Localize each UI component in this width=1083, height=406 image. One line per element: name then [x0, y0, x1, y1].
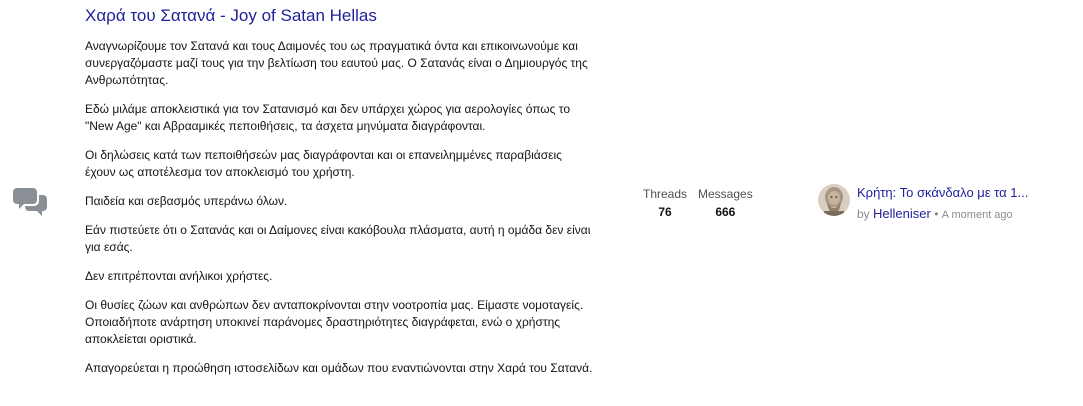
- last-post-time[interactable]: A moment ago: [942, 209, 1013, 221]
- threads-stat: Threads 76: [640, 187, 690, 222]
- last-post-title-link[interactable]: Κρήτη: Το σκάνδαλο με τα 1...: [857, 184, 1057, 201]
- threads-label: Threads: [642, 187, 688, 201]
- messages-label: Messages: [698, 187, 753, 201]
- description-paragraph: Δεν επιτρέπονται ανήλικοι χρήστες.: [85, 269, 273, 283]
- by-label: by: [857, 207, 870, 221]
- last-post-user-link[interactable]: Helleniser: [873, 206, 931, 221]
- meta-separator: •: [934, 207, 939, 221]
- node-title-link[interactable]: Χαρά του Σατανά - Joy of Satan Hellas: [85, 6, 377, 26]
- description-paragraph: Αναγνωρίζουμε τον Σατανά και τους Δαιμον…: [85, 39, 588, 87]
- last-post: Κρήτη: Το σκάνδαλο με τα 1... by Helleni…: [818, 184, 1073, 221]
- description-paragraph: Εάν πιστεύετε ότι ο Σατανάς και οι Δαίμο…: [85, 223, 591, 254]
- threads-count: 76: [658, 205, 672, 219]
- node-stats: Threads 76 Messages 666: [640, 187, 753, 222]
- messages-count: 666: [715, 205, 736, 219]
- forum-node: Χαρά του Σατανά - Joy of Satan Hellas Αν…: [0, 0, 1083, 406]
- description-paragraph: Παιδεία και σεβασμός υπεράνω όλων.: [85, 194, 288, 208]
- node-description: Αναγνωρίζουμε τον Σατανά και τους Δαιμον…: [85, 38, 595, 389]
- messages-stat: Messages 666: [698, 187, 753, 222]
- description-paragraph: Οι θυσίες ζώων και ανθρώπων δεν ανταποκρ…: [85, 298, 584, 346]
- description-paragraph: Απαγορεύεται η προώθηση ιστοσελίδων και …: [85, 361, 593, 375]
- description-paragraph: Εδώ μιλάμε αποκλειστικά για τον Σατανισμ…: [85, 102, 571, 133]
- description-paragraph: Οι δηλώσεις κατά των πεποιθήσεών μας δια…: [85, 148, 562, 179]
- last-post-meta: by Helleniser • A moment ago: [857, 205, 1013, 224]
- avatar[interactable]: [818, 184, 850, 216]
- chat-bubbles-icon: [13, 186, 49, 218]
